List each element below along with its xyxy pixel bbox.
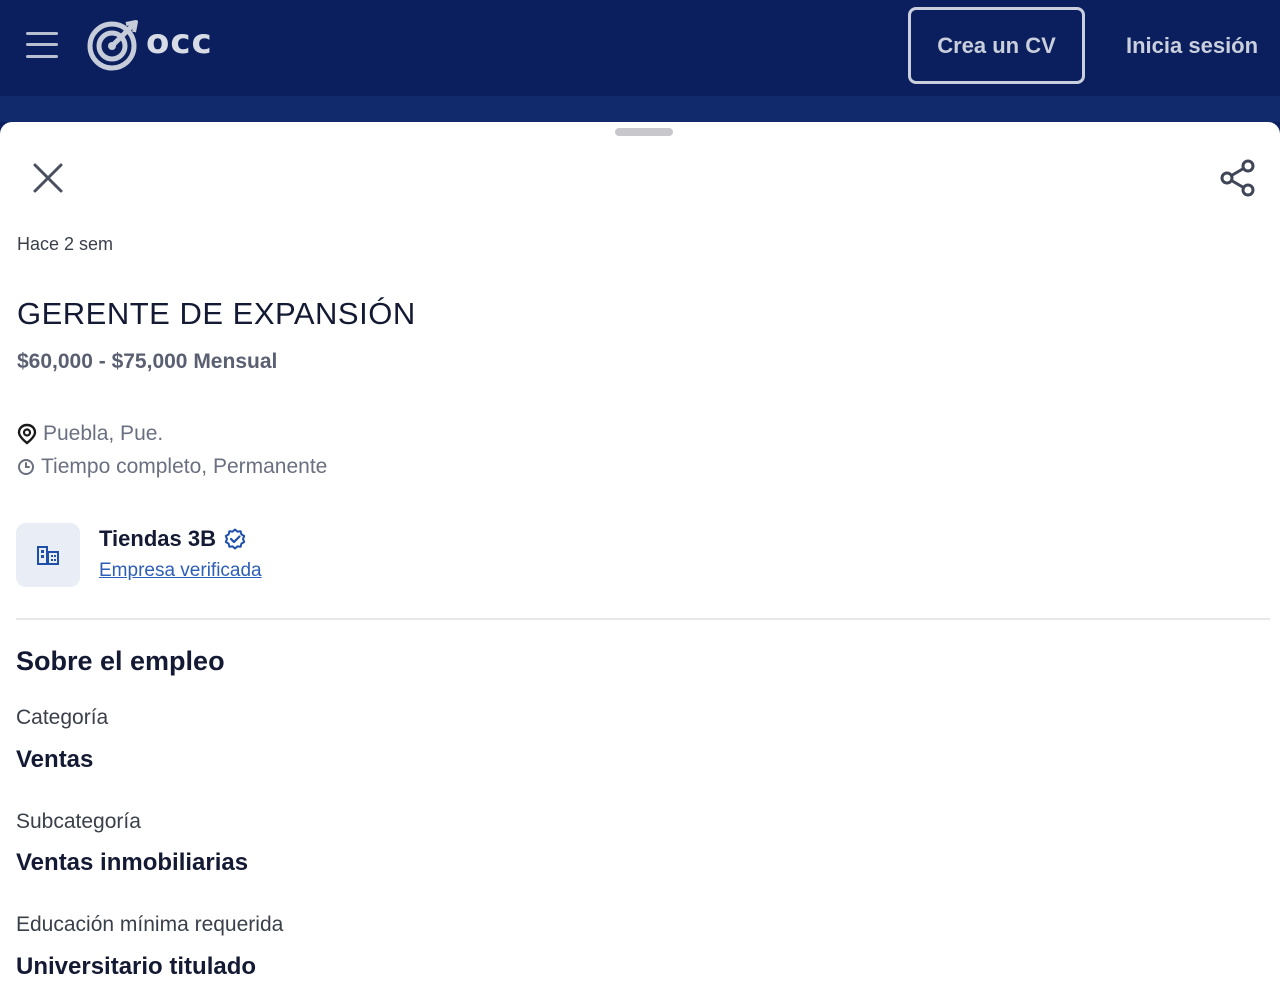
clock-icon <box>18 459 34 475</box>
category-value: Ventas <box>16 746 94 773</box>
section-divider <box>16 618 1270 620</box>
top-navigation-bar: occ Crea un CV Inicia sesión <box>0 0 1280 122</box>
target-logo-icon <box>87 20 138 71</box>
job-title: GERENTE DE EXPANSIÓN <box>17 296 416 331</box>
header-lower-strip <box>0 96 1280 122</box>
subcategory-label: Subcategoría <box>16 810 141 833</box>
job-detail-sheet: Hace 2 sem GERENTE DE EXPANSIÓN $60,000 … <box>0 122 1280 1006</box>
location-text: Puebla, Pue. <box>43 422 164 445</box>
employment-type-text: Tiempo completo, Permanente <box>41 455 328 478</box>
share-icon[interactable] <box>1218 158 1258 198</box>
min-education-label: Educación mínima requerida <box>16 913 284 936</box>
subcategory-value: Ventas inmobiliarias <box>16 849 249 876</box>
login-link[interactable]: Inicia sesión <box>1126 33 1258 59</box>
salary-range: $60,000 - $75,000 Mensual <box>17 350 278 373</box>
building-icon <box>37 546 59 565</box>
about-job-title: Sobre el empleo <box>16 646 225 676</box>
hamburger-menu-icon[interactable] <box>24 28 60 62</box>
category-label: Categoría <box>16 706 109 729</box>
verified-badge-icon <box>224 528 246 550</box>
sheet-drag-handle[interactable] <box>615 128 673 136</box>
verified-company-link[interactable]: Empresa verificada <box>99 560 262 582</box>
min-education-value: Universitario titulado <box>16 953 257 980</box>
logo-text: occ <box>146 22 213 62</box>
close-icon[interactable] <box>30 160 66 196</box>
location-pin-icon <box>17 423 37 445</box>
company-name-row: Tiendas 3B <box>99 526 246 552</box>
location-row: Puebla, Pue. <box>17 422 163 446</box>
create-cv-button[interactable]: Crea un CV <box>908 7 1085 84</box>
company-name[interactable]: Tiendas 3B <box>99 526 216 552</box>
employment-type-row: Tiempo completo, Permanente <box>17 455 327 479</box>
posted-date: Hace 2 sem <box>17 234 114 254</box>
occ-logo[interactable]: occ <box>86 18 213 72</box>
company-avatar[interactable] <box>16 523 80 587</box>
